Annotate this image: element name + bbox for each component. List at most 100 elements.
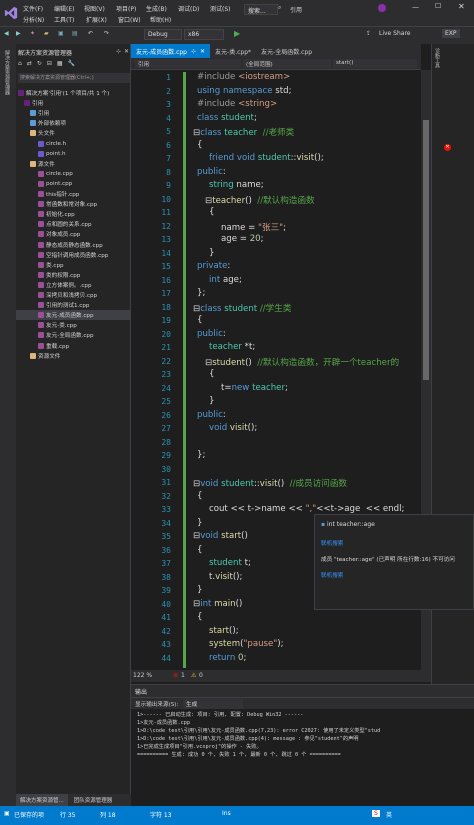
- tree-item[interactable]: 点和圆的关系.cpp: [16, 219, 131, 229]
- tree-item[interactable]: point.cpp: [16, 179, 131, 189]
- tree-item[interactable]: circle.h: [16, 139, 131, 149]
- menu-file[interactable]: 文件(F): [23, 4, 43, 13]
- warning-count-icon[interactable]: ⚠: [191, 672, 196, 679]
- configuration-dropdown[interactable]: Debug: [144, 29, 182, 40]
- tab-friend-class[interactable]: 友元-类.cpp*: [210, 44, 256, 58]
- live-share-icon[interactable]: ⇪: [366, 30, 371, 37]
- tree-item[interactable]: 源文件: [16, 159, 131, 169]
- output-source-dropdown[interactable]: 生成: [183, 699, 243, 709]
- maximize-icon[interactable]: ☐: [435, 2, 441, 10]
- tree-item[interactable]: 引用: [16, 98, 131, 108]
- search-icon[interactable]: ⌕: [278, 4, 281, 12]
- menu-edit[interactable]: 编辑(E): [54, 4, 74, 13]
- tree-item[interactable]: 深拷贝和浅拷贝.cpp: [16, 290, 131, 300]
- project-dropdown[interactable]: 引用: [135, 59, 241, 68]
- menu-tools[interactable]: 工具(T): [54, 15, 74, 24]
- code-line[interactable]: ⊟void student::visit() //成员访问函数: [193, 477, 347, 489]
- code-line[interactable]: t.visit();: [209, 572, 242, 582]
- code-line[interactable]: }: [209, 396, 214, 406]
- code-line[interactable]: }: [197, 518, 202, 528]
- show-all-icon[interactable]: ▦: [57, 60, 63, 67]
- redo-icon[interactable]: ↷: [104, 30, 109, 37]
- scrollbar-thumb[interactable]: [423, 120, 429, 380]
- menu-project[interactable]: 项目(P): [116, 4, 136, 13]
- tree-item[interactable]: point.h: [16, 149, 131, 159]
- menu-build[interactable]: 生成(B): [146, 4, 167, 13]
- error-count-icon[interactable]: ⊗: [173, 672, 178, 679]
- save-all-icon[interactable]: ▤: [72, 30, 78, 37]
- solution-search-input[interactable]: 搜索解决方案资源管理器(Ctrl+;): [18, 73, 130, 83]
- minimize-icon[interactable]: —: [412, 3, 419, 11]
- code-line[interactable]: };: [197, 450, 205, 460]
- warning-count[interactable]: 0: [199, 672, 203, 679]
- menu-analyze[interactable]: 分析(N): [23, 15, 44, 24]
- scope-dropdown[interactable]: (全局范围): [243, 59, 331, 68]
- visual-studio-logo-icon[interactable]: [4, 6, 18, 20]
- code-line[interactable]: student t;: [209, 558, 251, 568]
- open-folder-icon[interactable]: ▰: [44, 30, 49, 37]
- code-line[interactable]: using namespace std;: [197, 86, 291, 96]
- menu-debug[interactable]: 调试(D): [178, 4, 199, 13]
- close-panel-icon[interactable]: ✕: [124, 48, 129, 55]
- tree-item[interactable]: 常函数和常对象.cpp: [16, 199, 131, 209]
- code-line[interactable]: }: [209, 248, 214, 258]
- tree-item[interactable]: 重载.cpp: [16, 341, 131, 351]
- code-line[interactable]: name = "张三";: [221, 221, 286, 233]
- close-icon[interactable]: ✕: [458, 2, 465, 11]
- code-line[interactable]: ⊟teacher() //默认构造函数: [205, 194, 315, 206]
- bottom-tab-solution[interactable]: 解决方案资源管...: [16, 794, 68, 806]
- undo-icon[interactable]: ↶: [88, 30, 93, 37]
- code-line[interactable]: public:: [197, 410, 226, 420]
- code-line[interactable]: int age;: [209, 275, 242, 285]
- menu-extensions[interactable]: 扩展(X): [86, 15, 107, 24]
- code-line[interactable]: {: [209, 207, 214, 217]
- forward-icon[interactable]: ▶: [16, 30, 21, 37]
- code-line[interactable]: {: [197, 491, 202, 501]
- tree-item[interactable]: 头文件: [16, 128, 131, 138]
- code-line[interactable]: start();: [209, 626, 239, 636]
- ime-lang-icon[interactable]: 英: [386, 810, 392, 819]
- tree-item[interactable]: 友元-成员函数.cpp: [16, 310, 131, 321]
- code-line[interactable]: public:: [197, 167, 226, 177]
- tree-item[interactable]: this指针.cpp: [16, 189, 131, 199]
- code-line[interactable]: cout << t->name << ","<<t->age << endl;: [209, 504, 404, 514]
- code-line[interactable]: {: [197, 315, 202, 325]
- zoom-level[interactable]: 122 %: [133, 672, 152, 679]
- error-count[interactable]: 1: [181, 672, 185, 679]
- code-line[interactable]: {: [209, 369, 214, 379]
- code-line[interactable]: };: [197, 288, 205, 298]
- tree-item[interactable]: 对象成员.cpp: [16, 229, 131, 239]
- tree-item[interactable]: 解决方案'引用'(1 个项目/共 1 个): [16, 88, 131, 98]
- code-line[interactable]: ⊟class teacher //老师类: [193, 126, 294, 138]
- tree-item[interactable]: 资源文件: [16, 351, 131, 361]
- search-online-link[interactable]: 联机搜索: [321, 539, 343, 547]
- search-online-link-2[interactable]: 联机搜索: [321, 571, 343, 579]
- code-line[interactable]: public:: [197, 329, 226, 339]
- error-indicator-icon[interactable]: ✕: [444, 144, 451, 151]
- code-line[interactable]: ⊟class student //学生类: [193, 302, 291, 314]
- code-line[interactable]: {: [197, 140, 202, 150]
- tree-item[interactable]: 初始化.cpp: [16, 209, 131, 219]
- code-line[interactable]: t=new teacher;: [221, 383, 288, 393]
- platform-dropdown[interactable]: x86: [184, 29, 224, 40]
- avatar[interactable]: [378, 4, 386, 12]
- code-line[interactable]: {: [197, 545, 202, 555]
- tab-friend-member-function[interactable]: 友元-成员函数.cpp ⊹ ✕: [131, 44, 211, 58]
- code-line[interactable]: teacher *t;: [209, 342, 255, 352]
- menu-window[interactable]: 窗口(W): [118, 15, 141, 24]
- code-line[interactable]: ⊟student() //默认构造函数，开辟一个teacher的: [205, 356, 399, 368]
- code-line[interactable]: return 0;: [209, 653, 246, 663]
- member-dropdown[interactable]: start(): [333, 59, 417, 68]
- code-line[interactable]: #include <iostream>: [197, 72, 290, 82]
- code-line[interactable]: void visit();: [209, 423, 257, 433]
- code-line[interactable]: age = 20;: [221, 234, 264, 244]
- tree-item[interactable]: circle.cpp: [16, 169, 131, 179]
- tree-item[interactable]: 引用的测试1.cpp: [16, 300, 131, 310]
- code-line[interactable]: class student;: [197, 113, 257, 123]
- code-line[interactable]: private:: [197, 261, 230, 271]
- tab-close-icon[interactable]: ✕: [200, 48, 205, 55]
- tab-friend-global-function[interactable]: 友元-全局函数.cpp: [256, 44, 317, 58]
- code-line[interactable]: }: [197, 585, 202, 595]
- tree-item[interactable]: 友元-类.cpp: [16, 320, 131, 330]
- code-line[interactable]: ⊟int main(): [193, 599, 242, 609]
